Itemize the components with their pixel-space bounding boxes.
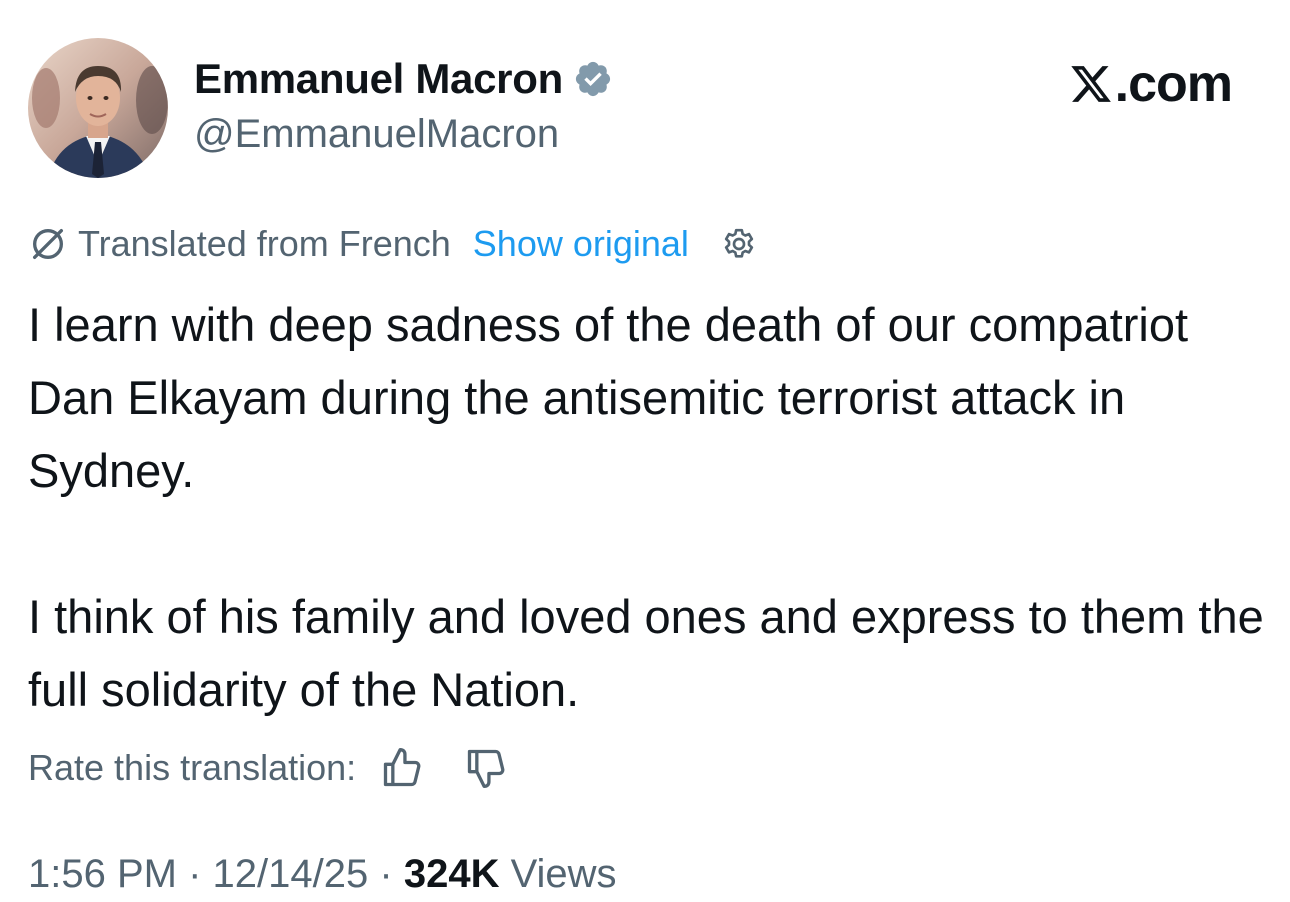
author-handle[interactable]: @EmmanuelMacron <box>194 112 559 157</box>
gear-icon[interactable] <box>719 224 759 264</box>
avatar-photo <box>28 38 168 178</box>
verified-badge-icon <box>575 61 611 97</box>
meta-separator: · <box>379 852 393 896</box>
author-display-name[interactable]: Emmanuel Macron <box>194 55 563 103</box>
translation-bar: Translated from French Show original <box>28 220 759 268</box>
views-label: Views <box>510 852 617 896</box>
tweet-meta: 1:56 PM · 12/14/25 · 324K Views <box>28 852 617 897</box>
views-count: 324K <box>403 852 500 896</box>
x-logo-icon <box>1070 66 1111 102</box>
tweet-paragraph: I learn with deep sadness of the death o… <box>28 298 1189 497</box>
tweet-text: I learn with deep sadness of the death o… <box>28 288 1268 726</box>
tweet-paragraph: I think of his family and loved ones and… <box>28 590 1264 716</box>
translate-icon <box>33 229 63 259</box>
show-original-link[interactable]: Show original <box>473 223 689 265</box>
author-name-row: Emmanuel Macron <box>194 52 613 106</box>
thumbs-down-icon[interactable] <box>464 746 508 790</box>
rate-translation-bar: Rate this translation: <box>28 744 508 792</box>
tweet-time[interactable]: 1:56 PM <box>28 852 177 896</box>
rate-translation-label: Rate this translation: <box>28 747 357 788</box>
author-avatar[interactable] <box>28 38 168 178</box>
meta-separator: · <box>188 852 202 896</box>
thumbs-up-icon[interactable] <box>380 746 424 790</box>
site-watermark: .com <box>1069 54 1233 114</box>
translated-from-label: Translated from French <box>78 223 451 264</box>
tweet-date[interactable]: 12/14/25 <box>213 852 369 896</box>
site-domain-label: .com <box>1114 55 1233 113</box>
